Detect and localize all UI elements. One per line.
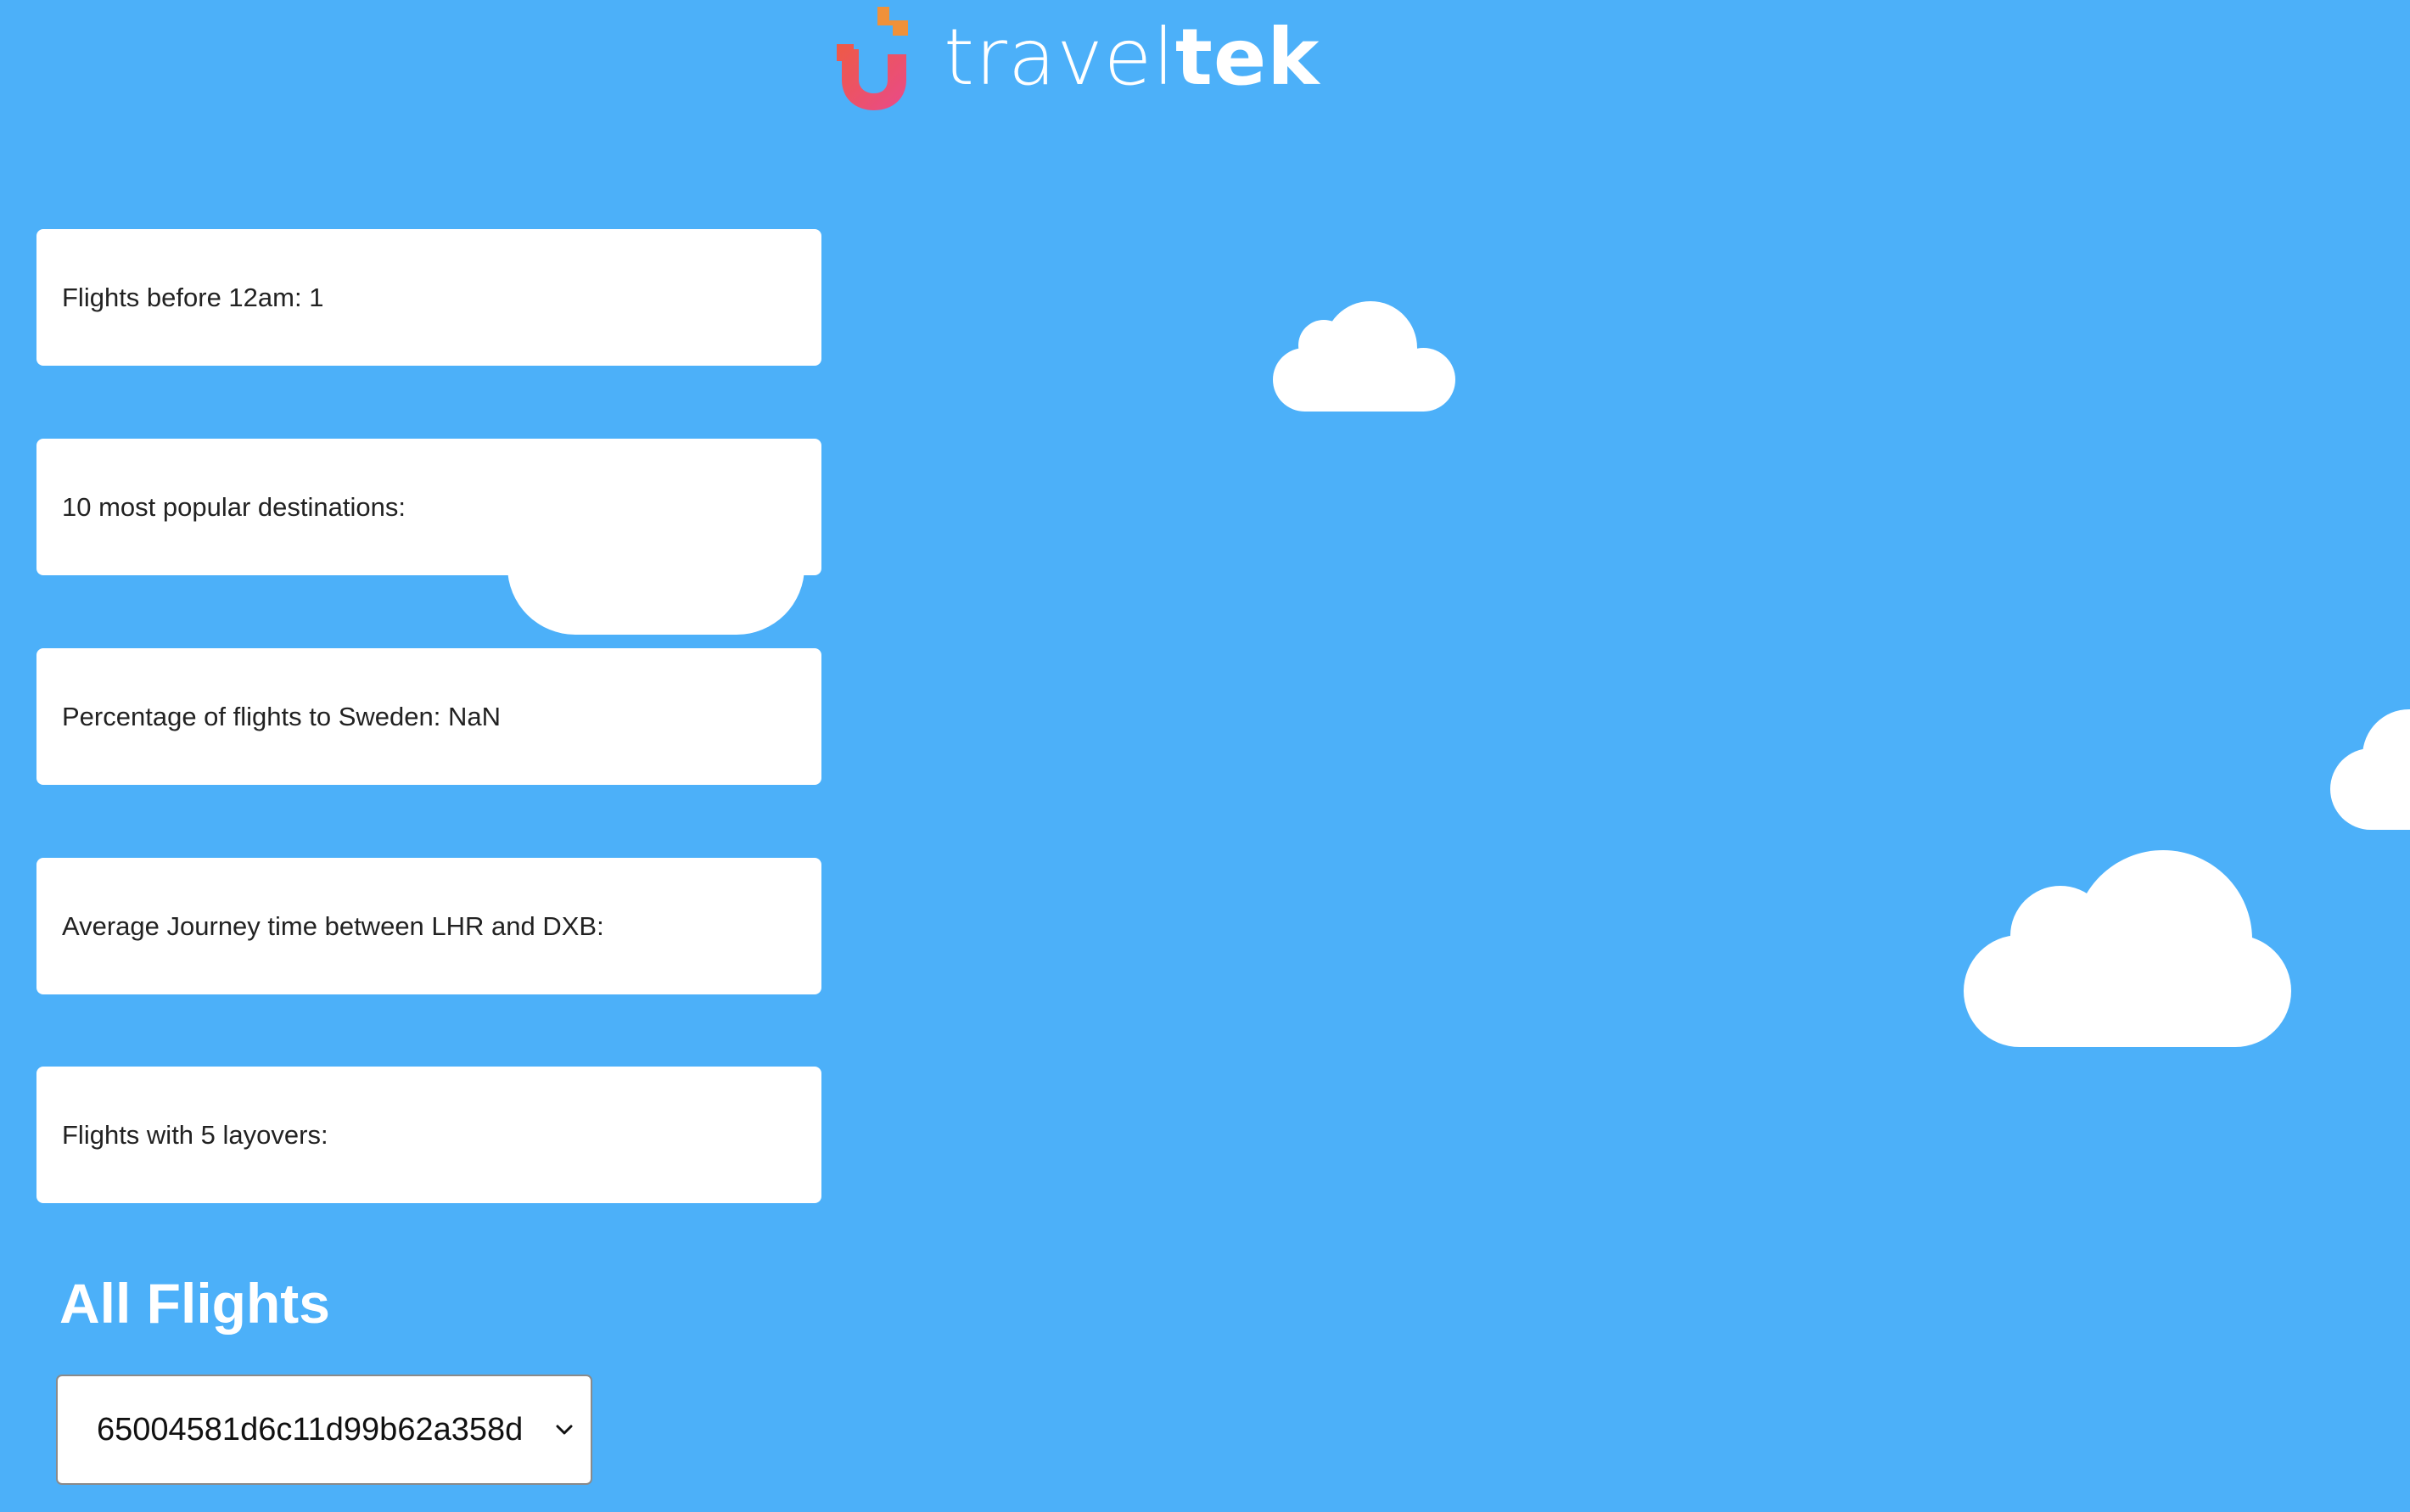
stat-card-flights-before-12am: Flights before 12am: 1 — [36, 229, 821, 366]
page: traveltek Flights before 12am: 1 10 most… — [0, 0, 2410, 1512]
brand-name-bold: tek — [1174, 12, 1320, 103]
flight-select[interactable]: 65004581d6c11d99b62a358d — [56, 1375, 592, 1485]
cloud-large — [1964, 850, 2291, 1047]
stat-card-sweden-percentage: Percentage of flights to Sweden: NaN — [36, 648, 821, 785]
traveltek-logo-icon — [837, 7, 908, 110]
flight-select-value: 65004581d6c11d99b62a358d — [97, 1411, 524, 1448]
stat-card-average-journey-time: Average Journey time between LHR and DXB… — [36, 858, 821, 994]
stat-label: Average Journey time between LHR and DXB… — [62, 910, 604, 941]
all-flights-heading: All Flights — [59, 1272, 330, 1335]
brand-wordmark: traveltek — [944, 19, 1320, 97]
stat-label: 10 most popular destinations: — [62, 491, 406, 522]
stat-label: Percentage of flights to Sweden: NaN — [62, 701, 501, 731]
stat-card-five-layovers: Flights with 5 layovers: — [36, 1067, 821, 1203]
cloud-small — [1273, 301, 1455, 412]
stat-card-popular-destinations: 10 most popular destinations: — [36, 439, 821, 575]
cloud-edge — [2330, 709, 2410, 830]
stat-label: Flights before 12am: 1 — [62, 282, 324, 312]
stat-label: Flights with 5 layovers: — [62, 1119, 328, 1150]
brand-logo[interactable]: traveltek — [835, 5, 1320, 110]
chevron-down-icon — [556, 1425, 573, 1435]
brand-name-light: travel — [944, 12, 1175, 103]
